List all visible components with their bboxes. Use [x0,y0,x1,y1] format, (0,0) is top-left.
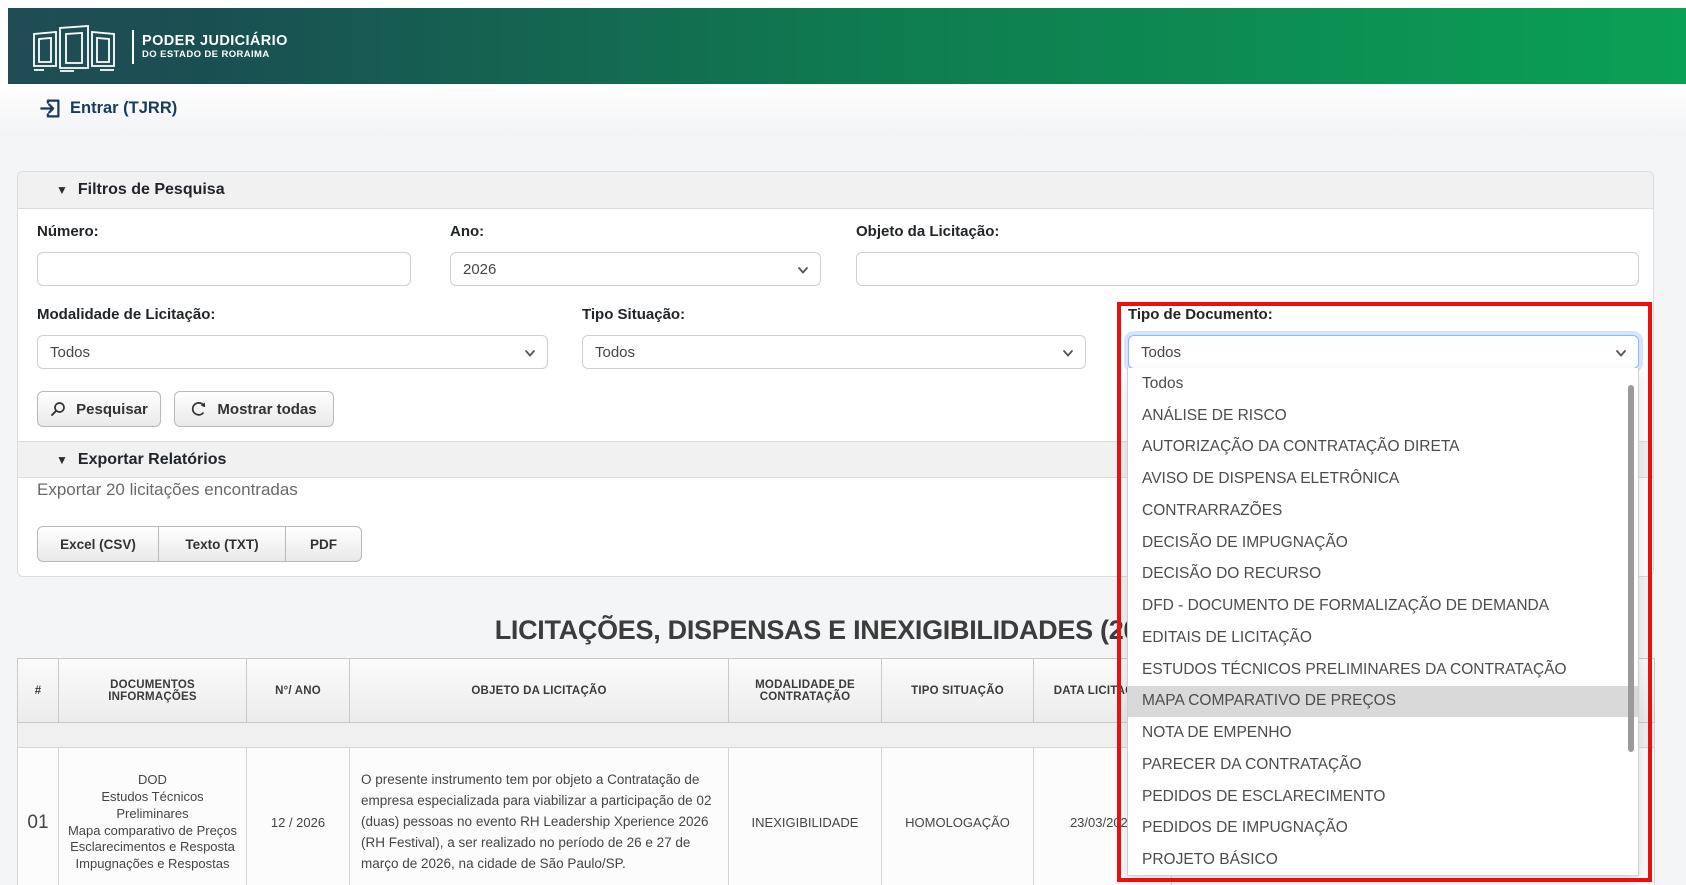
document-link[interactable]: Impugnações e Respostas [76,856,230,873]
dropdown-option[interactable]: PARECER DA CONTRATAÇÃO [1128,749,1638,781]
chevron-down-icon [796,263,810,281]
app-header: PODER JUDICIÁRIO DO ESTADO DE RORAIMA [8,8,1686,84]
logo-divider [132,30,134,64]
dropdown-option[interactable]: DECISÃO DO RECURSO [1128,559,1638,591]
dropdown-option[interactable]: NOTA DE EMPENHO [1128,717,1638,749]
table-cell: HOMOLOGAÇÃO [882,748,1034,885]
documento-select[interactable]: Todos [1128,335,1639,369]
situacao-select[interactable]: Todos [582,335,1086,369]
export-section-title: Exportar Relatórios [78,451,226,469]
objeto-text: O presente instrumento tem por objeto a … [361,770,717,875]
dropdown-option[interactable]: CONTRARRAZÕES [1128,495,1638,527]
login-label: Entrar (TJRR) [70,99,177,118]
objeto-input[interactable] [856,252,1639,286]
column-header: # [17,658,59,723]
dropdown-option[interactable]: ANÁLISE DE RISCO [1128,400,1638,432]
page: PODER JUDICIÁRIO DO ESTADO DE RORAIMA En… [0,0,1686,885]
documento-select-value: Todos [1141,344,1181,361]
export-button-group: Excel (CSV)Texto (TXT)PDF [37,526,362,562]
export-pdf-button[interactable]: PDF [286,526,362,562]
chevron-down-icon [1614,346,1628,364]
table-cell: INEXIGIBILIDADE [729,748,882,885]
export-csv-button[interactable]: Excel (CSV) [37,526,159,562]
document-link[interactable]: DOD [138,772,167,789]
dropdown-option[interactable]: DFD - DOCUMENTO DE FORMALIZAÇÃO DE DEMAN… [1128,590,1638,622]
dropdown-option[interactable]: EDITAIS DE LICITAÇÃO [1128,622,1638,654]
box-arrow-in-right-icon [40,98,61,119]
modalidade-label: Modalidade de Licitação: [37,306,215,323]
table-cell: 01 [17,748,59,885]
modalidade-select[interactable]: Todos [37,335,548,369]
document-link[interactable]: Mapa comparativo de Preços [68,823,237,840]
dropdown-option[interactable]: PEDIDOS DE ESCLARECIMENTO [1128,781,1638,813]
org-subname: DO ESTADO DE RORAIMA [142,50,288,60]
dropdown-option[interactable]: DECISÃO DE IMPUGNAÇÃO [1128,527,1638,559]
ano-select[interactable]: 2026 [450,252,821,286]
table-cell: O presente instrumento tem por objeto a … [350,748,729,885]
table-cell: DODEstudos Técnicos PreliminaresMapa com… [59,748,247,885]
documento-label: Tipo de Documento: [1128,306,1273,323]
dropdown-option[interactable]: PROJETO BÁSICO [1128,844,1638,876]
court-doors-logo-icon [30,22,126,72]
logo: PODER JUDICIÁRIO DO ESTADO DE RORAIMA [30,22,288,72]
document-link[interactable]: Esclarecimentos e Resposta [70,839,235,856]
dropdown-scrollbar[interactable] [1628,385,1634,752]
login-bar: Entrar (TJRR) [0,84,1686,138]
search-button[interactable]: Pesquisar [37,391,161,427]
column-header: OBJETO DA LICITAÇÃO [350,658,729,723]
search-button-label: Pesquisar [76,401,148,418]
login-link[interactable]: Entrar (TJRR) [40,98,177,119]
documento-options-list: TodosANÁLISE DE RISCOAUTORIZAÇÃO DA CONT… [1128,368,1638,876]
chevron-down-icon [523,346,537,364]
dropdown-option[interactable]: PEDIDOS DE IMPUGNAÇÃO [1128,813,1638,845]
numero-input[interactable] [37,252,411,286]
column-header: MODALIDADE DE CONTRATAÇÃO [729,658,882,723]
refresh-icon [191,401,207,417]
dropdown-option[interactable]: MAPA COMPARATIVO DE PREÇOS [1128,686,1638,718]
documento-dropdown-panel: TodosANÁLISE DE RISCOAUTORIZAÇÃO DA CONT… [1127,368,1639,876]
dropdown-option[interactable]: Todos [1128,368,1638,400]
show-all-button-label: Mostrar todas [217,401,316,418]
situacao-label: Tipo Situação: [582,306,685,323]
dropdown-option[interactable]: AVISO DE DISPENSA ELETRÔNICA [1128,463,1638,495]
export-txt-button[interactable]: Texto (TXT) [159,526,286,562]
table-cell: 12 / 2026 [247,748,350,885]
search-icon [50,401,66,417]
situacao-select-value: Todos [595,344,635,361]
modalidade-select-value: Todos [50,344,90,361]
document-link[interactable]: Estudos Técnicos Preliminares [67,789,239,823]
ano-label: Ano: [450,223,484,240]
numero-label: Número: [37,223,99,240]
objeto-label: Objeto da Licitação: [856,223,999,240]
collapse-triangle-icon: ▼ [56,453,68,467]
dropdown-option[interactable]: AUTORIZAÇÃO DA CONTRATAÇÃO DIRETA [1128,432,1638,464]
column-header: TIPO SITUAÇÃO [882,658,1034,723]
collapse-triangle-icon: ▼ [56,183,68,197]
chevron-down-icon [1061,346,1075,364]
ano-select-value: 2026 [463,261,496,278]
show-all-button[interactable]: Mostrar todas [174,391,334,427]
dropdown-option[interactable]: ESTUDOS TÉCNICOS PRELIMINARES DA CONTRAT… [1128,654,1638,686]
filters-section-title: Filtros de Pesquisa [78,181,225,199]
org-name: PODER JUDICIÁRIO [142,34,288,49]
column-header: N°/ ANO [247,658,350,723]
export-summary: Exportar 20 licitações encontradas [37,480,298,500]
filters-section-header[interactable]: ▼ Filtros de Pesquisa [18,172,1653,209]
column-header: DOCUMENTOS INFORMAÇÕES [59,658,247,723]
